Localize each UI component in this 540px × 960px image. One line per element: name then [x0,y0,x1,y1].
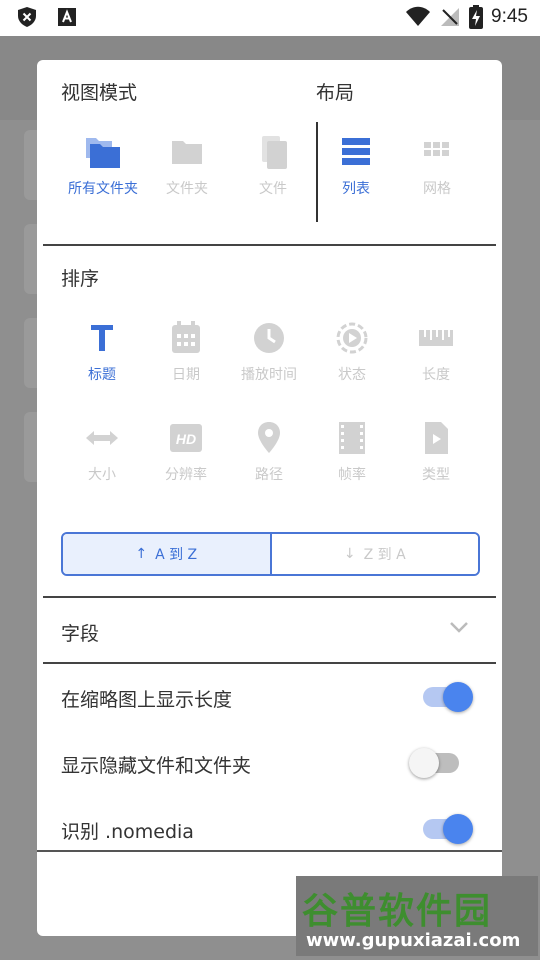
sort-order-toggle: ↑ A 到 Z ↓ Z 到 A [61,532,480,576]
sort-desc-label: Z 到 A [363,547,406,563]
option-label: 长度 [422,367,450,383]
folders-icon [86,138,120,168]
arrow-up-icon: ↑ [135,546,148,562]
battery-charging-icon [469,5,484,29]
wifi-icon [406,6,431,26]
shield-x-icon [18,7,36,27]
sort-date-option[interactable]: 日期 [144,320,228,384]
show-hidden-switch[interactable] [409,745,463,781]
chevron-down-icon[interactable] [449,620,469,634]
arrow-down-icon: ↓ [343,546,356,562]
fields-title[interactable]: 字段 [61,619,99,646]
watermark: 谷普软件园 www.gupuxiazai.com [296,876,538,956]
option-label: 标题 [88,367,116,383]
section-divider [43,244,496,246]
status-bar: 9:45 [0,0,540,36]
svg-text:HD: HD [176,431,196,447]
film-icon [339,422,365,454]
view-mode-title: 视图模式 [61,82,138,104]
switch-knob [409,748,439,778]
section-divider [43,596,496,598]
view-mode-files[interactable]: 文件 [231,134,315,198]
ruler-icon [419,330,453,346]
sort-asc-button[interactable]: ↑ A 到 Z [63,534,270,574]
option-label: 大小 [88,467,116,483]
option-label: 网格 [423,181,451,197]
sort-path-option[interactable]: 路径 [227,420,311,484]
clock-icon [254,323,284,353]
option-label: 文件 [259,181,287,197]
status-time: 9:45 [491,6,528,27]
view-mode-folders[interactable]: 文件夹 [145,134,229,198]
sort-resolution-option[interactable]: HD 分辨率 [144,420,228,484]
video-file-icon [425,422,448,454]
option-label: 状态 [338,367,366,383]
switch-knob [443,814,473,844]
option-label: 播放时间 [241,367,297,383]
setting-label: 显示隐藏文件和文件夹 [61,755,252,777]
option-label: 类型 [422,467,450,483]
sort-asc-label: A 到 Z [155,547,198,563]
show-length-switch[interactable] [421,679,475,715]
sort-title-option[interactable]: 标题 [60,320,144,384]
watermark-logo: 谷普软件园 [302,891,493,932]
option-label: 日期 [172,367,200,383]
option-label: 文件夹 [166,181,208,197]
layout-list[interactable]: 列表 [314,134,398,198]
arrows-horizontal-icon [86,431,118,445]
watermark-url: www.gupuxiazai.com [306,930,521,951]
location-pin-icon [258,422,280,453]
layout-title: 布局 [316,82,355,104]
folder-icon [172,141,202,164]
files-icon [262,136,287,169]
sort-size-option[interactable]: 大小 [60,420,144,484]
option-label: 列表 [342,181,370,197]
footer-divider [37,850,502,852]
sort-playtime-option[interactable]: 播放时间 [227,320,311,384]
setting-label: 在缩略图上显示长度 [61,689,233,711]
sort-status-option[interactable]: 状态 [310,320,394,384]
switch-knob [443,682,473,712]
option-label: 帧率 [338,467,366,483]
setting-label: 识别 .nomedia [61,821,194,843]
sort-title: 排序 [61,268,100,290]
view-settings-dialog: 视图模式 布局 所有文件夹 文件夹 文件 列表 网格 排序 标题 日期 播放时间… [37,60,502,936]
calendar-icon [172,321,200,353]
sort-type-option[interactable]: 类型 [394,420,478,484]
sort-length-option[interactable]: 长度 [394,320,478,384]
view-mode-all-folders[interactable]: 所有文件夹 [61,134,145,198]
signal-off-icon [441,8,460,26]
list-icon [342,138,370,165]
play-circle-icon [336,322,368,354]
option-label: 路径 [255,467,283,483]
font-a-icon [58,8,76,26]
grid-icon [424,142,449,156]
hd-icon: HD [170,424,202,452]
section-divider [43,662,496,664]
sort-framerate-option[interactable]: 帧率 [310,420,394,484]
text-t-icon [91,325,113,351]
option-label: 分辨率 [165,467,207,483]
layout-grid[interactable]: 网格 [395,134,479,198]
sort-desc-button[interactable]: ↓ Z 到 A [269,534,478,574]
nomedia-switch[interactable] [421,811,475,847]
option-label: 所有文件夹 [68,181,138,197]
